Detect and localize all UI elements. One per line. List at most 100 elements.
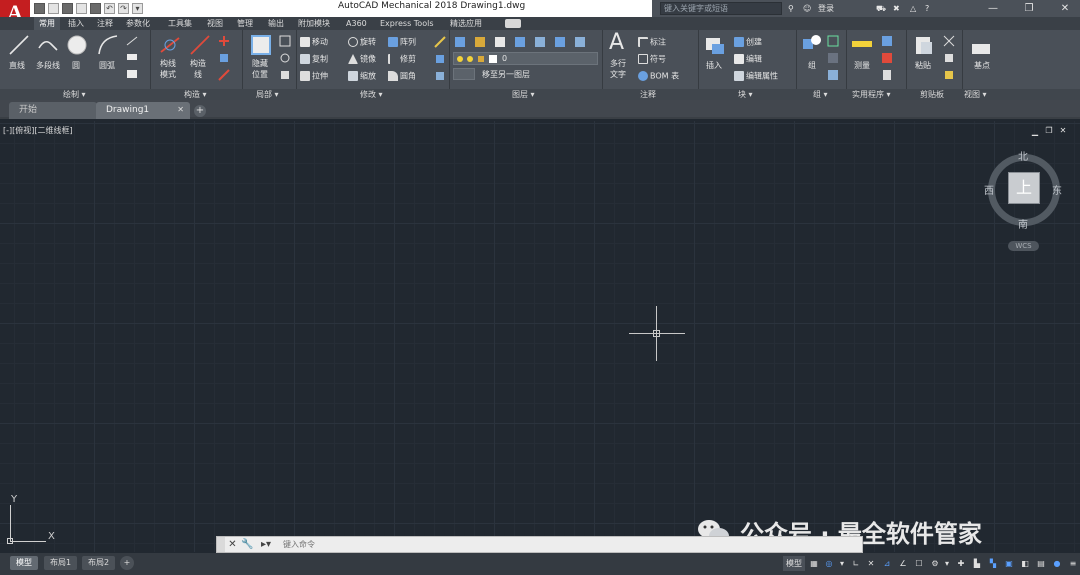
viewport-restore-icon[interactable]: ❐ bbox=[1044, 126, 1054, 136]
group-icon[interactable] bbox=[801, 33, 823, 55]
polar-icon[interactable]: ✕ bbox=[864, 556, 878, 571]
customization-icon[interactable]: ≡ bbox=[1066, 556, 1080, 571]
symbol-button[interactable]: 符号 bbox=[638, 54, 666, 65]
layer-match-dropdown[interactable] bbox=[453, 68, 475, 80]
explode-icon[interactable] bbox=[434, 53, 446, 65]
object-snap-icon[interactable]: ☐ bbox=[912, 556, 926, 571]
edit-block-button[interactable]: 编辑 bbox=[734, 54, 762, 65]
workspace-icon[interactable]: ▾ bbox=[132, 3, 143, 14]
detail-panel-label[interactable]: 局部 ▾ bbox=[256, 89, 279, 100]
command-input[interactable] bbox=[281, 538, 861, 551]
construct-panel-label[interactable]: 构造 ▾ bbox=[184, 89, 207, 100]
close-icon[interactable]: ✕ bbox=[1052, 0, 1078, 17]
scale-button[interactable]: 缩放 bbox=[348, 71, 376, 82]
modify-panel-label[interactable]: 修改 ▾ bbox=[360, 89, 383, 100]
hide-button[interactable]: 隐藏 bbox=[252, 59, 268, 69]
arc-button[interactable]: 圆弧 bbox=[99, 61, 115, 71]
exchange-icon[interactable]: ✖ bbox=[893, 2, 900, 15]
construction-line-icon[interactable] bbox=[159, 34, 181, 56]
spline-icon[interactable] bbox=[126, 36, 138, 46]
copy-clip-icon[interactable] bbox=[943, 52, 955, 64]
object-snap-tracking-icon[interactable]: ∠ bbox=[896, 556, 910, 571]
cut-icon[interactable] bbox=[943, 35, 955, 47]
mirror-button[interactable]: 镜像 bbox=[348, 54, 376, 65]
tab-featured-apps[interactable]: 精选应用 bbox=[450, 17, 482, 30]
ortho-icon[interactable]: ∟ bbox=[849, 556, 863, 571]
compass-east[interactable]: 东 bbox=[1052, 182, 1062, 197]
new-tab-icon[interactable]: + bbox=[194, 105, 206, 117]
model-space-button[interactable]: 模型 bbox=[783, 556, 805, 571]
circle-button[interactable]: 圆 bbox=[72, 61, 80, 71]
group-edit-icon[interactable] bbox=[827, 52, 839, 64]
help-icon[interactable]: ? bbox=[925, 2, 929, 15]
compass-west[interactable]: 西 bbox=[984, 182, 994, 197]
draw-panel-label[interactable]: 绘制 ▾ bbox=[63, 89, 86, 100]
workspace-icon[interactable]: ⚙ bbox=[928, 556, 942, 571]
add-layout-icon[interactable]: + bbox=[120, 556, 134, 570]
move-button[interactable]: 移动 bbox=[300, 37, 328, 48]
snap-icon[interactable]: ◎ bbox=[822, 556, 836, 571]
view-panel-label[interactable]: 视图 ▾ bbox=[964, 89, 987, 100]
xline-icon[interactable] bbox=[218, 35, 230, 47]
tab-annotate[interactable]: 注释 bbox=[97, 17, 113, 30]
compass-south[interactable]: 南 bbox=[1018, 216, 1028, 231]
save-as-icon[interactable] bbox=[76, 3, 87, 14]
print-icon[interactable] bbox=[90, 3, 101, 14]
clipboard-panel-label[interactable]: 剪贴板 bbox=[920, 89, 944, 100]
utilities-panel-label[interactable]: 实用程序 ▾ bbox=[852, 89, 891, 100]
command-line-grip[interactable] bbox=[217, 537, 225, 552]
isodraft-icon[interactable]: ⊿ bbox=[880, 556, 894, 571]
trim-button[interactable]: 修剪 bbox=[388, 54, 416, 65]
tab-express-tools[interactable]: Express Tools bbox=[380, 17, 434, 30]
create-block-button[interactable]: 创建 bbox=[734, 37, 762, 48]
viewport-close-icon[interactable]: ✕ bbox=[1058, 126, 1068, 136]
annotation-scale-icon[interactable]: ✚ bbox=[954, 556, 968, 571]
group-button[interactable]: 组 bbox=[808, 61, 816, 71]
isolate-objects-icon[interactable]: ◧ bbox=[1018, 556, 1032, 571]
detail-icon[interactable] bbox=[279, 35, 291, 47]
new-file-icon[interactable] bbox=[34, 3, 45, 14]
edit-attr-button[interactable]: 编辑属性 bbox=[734, 71, 778, 82]
break-icon[interactable] bbox=[279, 69, 291, 81]
open-file-icon[interactable] bbox=[48, 3, 59, 14]
close-icon[interactable]: ✕ bbox=[177, 102, 184, 118]
rectangle-icon[interactable] bbox=[126, 53, 138, 61]
copy-button[interactable]: 复制 bbox=[300, 54, 328, 65]
search-input[interactable]: 键入关键字或短语 bbox=[660, 2, 782, 15]
bom-button[interactable]: BOM 表 bbox=[638, 71, 679, 82]
tab-output[interactable]: 输出 bbox=[268, 17, 284, 30]
clean-screen-icon[interactable]: ● bbox=[1050, 556, 1064, 571]
dimension-button[interactable]: 标注 bbox=[638, 37, 666, 48]
stretch-button[interactable]: 拉伸 bbox=[300, 71, 328, 82]
tab-start[interactable]: 开始 bbox=[9, 102, 97, 119]
tab-parametric[interactable]: 参数化 bbox=[126, 17, 150, 30]
offset-icon[interactable] bbox=[218, 69, 230, 81]
search-icon[interactable]: ⚲ bbox=[788, 2, 794, 15]
tab-insert[interactable]: 插入 bbox=[68, 17, 84, 30]
tab-layout1[interactable]: 布局1 bbox=[44, 556, 78, 570]
measure-icon[interactable] bbox=[851, 34, 873, 56]
minimize-icon[interactable]: — bbox=[980, 0, 1006, 17]
calculator-icon[interactable] bbox=[881, 69, 893, 81]
viewcube-top-face[interactable]: 上 bbox=[1008, 172, 1040, 204]
tab-manage[interactable]: 管理 bbox=[237, 17, 253, 30]
command-close-icon[interactable]: ✕ bbox=[226, 538, 239, 551]
polyline-icon[interactable] bbox=[37, 34, 59, 56]
cart-icon[interactable]: ⛟ bbox=[876, 2, 886, 15]
base-point-button[interactable]: 基点 bbox=[974, 61, 990, 71]
hide-line-icon[interactable] bbox=[250, 34, 272, 56]
block-panel-label[interactable]: 块 ▾ bbox=[738, 89, 753, 100]
offset-modify-icon[interactable] bbox=[434, 70, 446, 82]
hardware-acceleration-icon[interactable]: ▤ bbox=[1034, 556, 1048, 571]
insert-button[interactable]: 插入 bbox=[706, 61, 722, 71]
workspace-menu-icon[interactable]: ▾ bbox=[943, 556, 951, 571]
tab-view[interactable]: 视图 bbox=[207, 17, 223, 30]
tab-addins[interactable]: 附加模块 bbox=[298, 17, 330, 30]
circle-icon[interactable] bbox=[66, 34, 88, 56]
group-panel-label[interactable]: 组 ▾ bbox=[813, 89, 828, 100]
snap-menu-icon[interactable]: ▾ bbox=[838, 556, 846, 571]
quick-select-icon[interactable] bbox=[881, 52, 893, 64]
viewport-minimize-icon[interactable]: ▁ bbox=[1030, 127, 1040, 137]
rotate-button[interactable]: 旋转 bbox=[348, 37, 376, 48]
group-select-icon[interactable] bbox=[827, 69, 839, 81]
